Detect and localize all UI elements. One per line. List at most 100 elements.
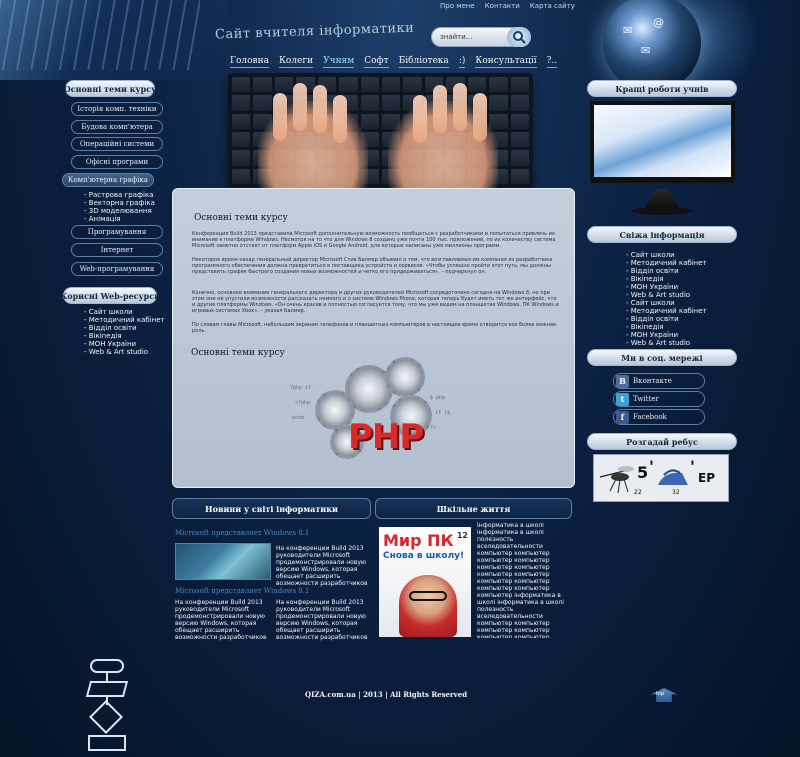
resource-link[interactable]: Web & Art studio — [84, 348, 165, 356]
rebus-mark: 22 — [634, 489, 642, 496]
keyboard-key — [403, 77, 422, 93]
vkontakte-icon: B — [616, 374, 629, 388]
topic-graphics[interactable]: Комп'ютерна графіка — [62, 173, 154, 187]
site-title: Сайт вчителя інформатики — [214, 20, 415, 43]
nav-help[interactable]: ?.. — [546, 56, 558, 68]
news-link[interactable]: Web & Art studio — [626, 339, 707, 347]
resource-link[interactable]: МОН України — [84, 340, 165, 348]
news-link[interactable]: Методичний кабінет — [626, 307, 707, 315]
news-link[interactable]: Відділ освіти — [626, 267, 707, 275]
main-nav: Головна Колеги Учням Софт Бібліотека :) … — [230, 56, 558, 68]
keyboard-key — [510, 113, 529, 129]
sub-raster[interactable]: Растрова графіка — [84, 191, 155, 199]
rebus-text: ЕР — [698, 471, 715, 485]
rebus-image: 5 ' ' ЕР 22 32 — [593, 454, 729, 502]
news-link[interactable]: Методичний кабінет — [626, 259, 707, 267]
social-facebook[interactable]: f Facebook — [613, 409, 705, 425]
news-link[interactable]: МОН України — [626, 283, 707, 291]
email-icon: ✉ — [623, 24, 633, 37]
social-label: Facebook — [633, 413, 667, 421]
sub-animation[interactable]: Анімація — [84, 215, 155, 223]
keyboard-key — [232, 131, 251, 148]
graphics-submenu: Растрова графіка Векторна графіка 3D мод… — [84, 191, 155, 223]
social-twitter[interactable]: t Twitter — [613, 391, 705, 407]
topic-internet[interactable]: Інтернет — [71, 243, 163, 257]
keyboard-image — [228, 73, 533, 188]
keyboard-key — [510, 95, 529, 111]
social-vkontakte[interactable]: B Вконтакте — [613, 373, 705, 389]
nav-home[interactable]: Головна — [230, 56, 269, 68]
topic-os[interactable]: Операційні системи — [71, 137, 163, 151]
search-icon — [513, 31, 526, 44]
nav-software[interactable]: Софт — [364, 56, 389, 68]
resource-link[interactable]: Сайт школи — [84, 308, 165, 316]
keyboard-key — [232, 168, 251, 184]
resources-heading: Корисні Web-ресурси — [60, 287, 160, 304]
footer-copyright: QIZA.com.ua | 2013 | All Rights Reserved — [305, 690, 468, 699]
keyboard-key — [360, 77, 379, 93]
nav-students[interactable]: Учням — [323, 56, 355, 68]
news-links: Сайт школи Методичний кабінет Відділ осв… — [626, 251, 707, 347]
resource-link[interactable]: Відділ освіти — [84, 324, 165, 332]
news-link[interactable]: Web & Art studio — [626, 291, 707, 299]
magazine-number: 12 — [456, 531, 468, 540]
content-paragraph: По словам главы Microsoft, небольшим экр… — [192, 322, 556, 334]
back-to-top-label[interactable]: top — [656, 691, 664, 697]
keyboard-key — [489, 77, 508, 93]
topic-history[interactable]: Історія комп. техніки — [71, 102, 163, 116]
resources-list: Сайт школи Методичний кабінет Відділ осв… — [84, 308, 165, 356]
magazine-subtitle: Снова в школу! — [383, 551, 465, 561]
resource-link[interactable]: Вікіпедія — [84, 332, 165, 340]
magazine-title: Мир ПК — [383, 531, 454, 550]
news-link[interactable]: Вікіпедія — [626, 323, 707, 331]
search-button[interactable] — [507, 27, 531, 47]
news-item-text: На конференции Build 2013 руководители M… — [276, 599, 368, 641]
nav-colleagues[interactable]: Колеги — [278, 56, 314, 68]
header-light-lines — [0, 0, 200, 70]
keyboard-key — [510, 150, 529, 166]
resource-link[interactable]: Методичний кабінет — [84, 316, 165, 324]
keyboard-key — [274, 77, 294, 93]
news-thumbnail[interactable] — [175, 543, 271, 580]
sub-3d[interactable]: 3D моделювання — [84, 207, 155, 215]
rebus-mark: 32 — [672, 489, 680, 496]
facebook-icon: f — [616, 410, 629, 424]
news-item-title[interactable]: Microsoft представляет Windows 8.1 — [175, 587, 309, 595]
nav-smile[interactable]: :) — [458, 56, 466, 68]
topic-web[interactable]: Web-програмування — [71, 262, 163, 276]
news-item-title[interactable]: Microsoft представляет Windows 8.1 — [175, 529, 309, 537]
news-link[interactable]: Відділ освіти — [626, 315, 707, 323]
news-item-text: На конференции Build 2013 руководители M… — [276, 545, 368, 587]
top-links: Про мене Контакти Карта сайту — [440, 2, 575, 10]
keyboard-key — [510, 131, 529, 148]
top-link-contacts[interactable]: Контакти — [485, 2, 520, 10]
email-icon: @ — [653, 16, 664, 29]
news-link[interactable]: Вікіпедія — [626, 275, 707, 283]
monitor-stand — [644, 189, 680, 209]
keyboard-key — [232, 95, 251, 111]
monitor-image[interactable] — [590, 101, 735, 183]
top-link-about[interactable]: Про мене — [440, 2, 475, 10]
news-link[interactable]: Сайт школи — [626, 251, 707, 259]
email-icon: ✉ — [641, 44, 651, 57]
news-link[interactable]: Сайт школи — [626, 299, 707, 307]
sub-vector[interactable]: Векторна графіка — [84, 199, 155, 207]
school-panel-heading: Шкільне життя — [375, 498, 572, 519]
content-paragraph: Конечно, основное внимание генерального … — [192, 290, 559, 314]
topic-office[interactable]: Офісні програми — [71, 155, 163, 169]
topic-hardware[interactable]: Будова комп'ютера — [71, 120, 163, 134]
news-link[interactable]: МОН України — [626, 331, 707, 339]
school-life-text: Інформатика в школі інформатика в школі … — [477, 522, 564, 638]
news-heading: Свіжа інформація — [587, 226, 737, 243]
keyboard-key — [253, 77, 272, 93]
best-works-heading: Кращі роботи учнів — [587, 80, 737, 97]
keyboard-key — [232, 113, 251, 129]
glasses-icon — [409, 591, 447, 601]
child-photo — [399, 575, 457, 637]
topic-programming[interactable]: Програмування — [71, 225, 163, 239]
nav-consultations[interactable]: Консультації — [475, 56, 537, 68]
nav-library[interactable]: Бібліотека — [398, 56, 449, 68]
top-link-sitemap[interactable]: Карта сайту — [530, 2, 575, 10]
magazine-cover-image[interactable]: Мир ПК 12 Снова в школу! — [379, 527, 471, 637]
php-logo-text: PHP — [348, 417, 424, 457]
